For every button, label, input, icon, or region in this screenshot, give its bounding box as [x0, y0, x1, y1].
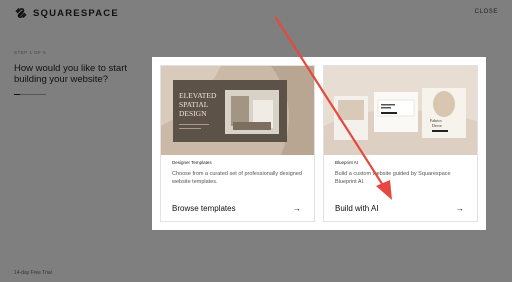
step-indicator: STEP 1 OF 5: [14, 50, 47, 55]
progress-bar: [14, 94, 46, 95]
card-description: Build a custom website guided by Squares…: [335, 171, 451, 185]
ai-preview-image: Fabrics Decor: [324, 66, 477, 155]
progress-fill: [14, 94, 21, 95]
brand-name: SQUARESPACE: [33, 7, 119, 19]
page-title: How would you like to start building you…: [14, 63, 127, 85]
top-bar: SQUARESPACE CLOSE: [0, 0, 512, 26]
template-preview-image: ELEVATED SPATIAL DESIGN: [161, 66, 314, 155]
close-button[interactable]: CLOSE: [475, 9, 498, 15]
free-trial-label: 14-day Free Trial: [14, 270, 52, 276]
squarespace-logo-icon: [15, 8, 27, 18]
intro-panel: STEP 1 OF 5 How would you like to start …: [14, 50, 134, 95]
card-label: Blueprint AI: [335, 160, 359, 165]
template-preview-title-line2: SPATIAL: [179, 100, 209, 109]
arrow-right-icon: →: [293, 204, 301, 213]
logo[interactable]: SQUARESPACE: [14, 6, 119, 20]
ai-preview-title-line2: Decor: [432, 123, 442, 128]
template-preview-title-line3: DESIGN: [179, 109, 207, 118]
arrow-right-icon: →: [456, 204, 464, 213]
card-description: Choose from a curated set of professiona…: [172, 171, 302, 185]
blueprint-ai-card[interactable]: Fabrics Decor Blueprint AI Build a custo…: [323, 65, 478, 222]
template-preview-illustration: ELEVATED SPATIAL DESIGN: [161, 66, 314, 155]
start-options-modal: ELEVATED SPATIAL DESIGN Designer Templat…: [152, 57, 486, 230]
designer-templates-card[interactable]: ELEVATED SPATIAL DESIGN Designer Templat…: [160, 65, 315, 222]
build-with-ai-button[interactable]: Build with AI: [335, 204, 379, 213]
browse-templates-button[interactable]: Browse templates: [172, 204, 236, 213]
template-preview-title-line1: ELEVATED: [179, 91, 217, 100]
card-label: Designer Templates: [172, 160, 212, 165]
ai-preview-illustration: Fabrics Decor: [324, 66, 477, 155]
